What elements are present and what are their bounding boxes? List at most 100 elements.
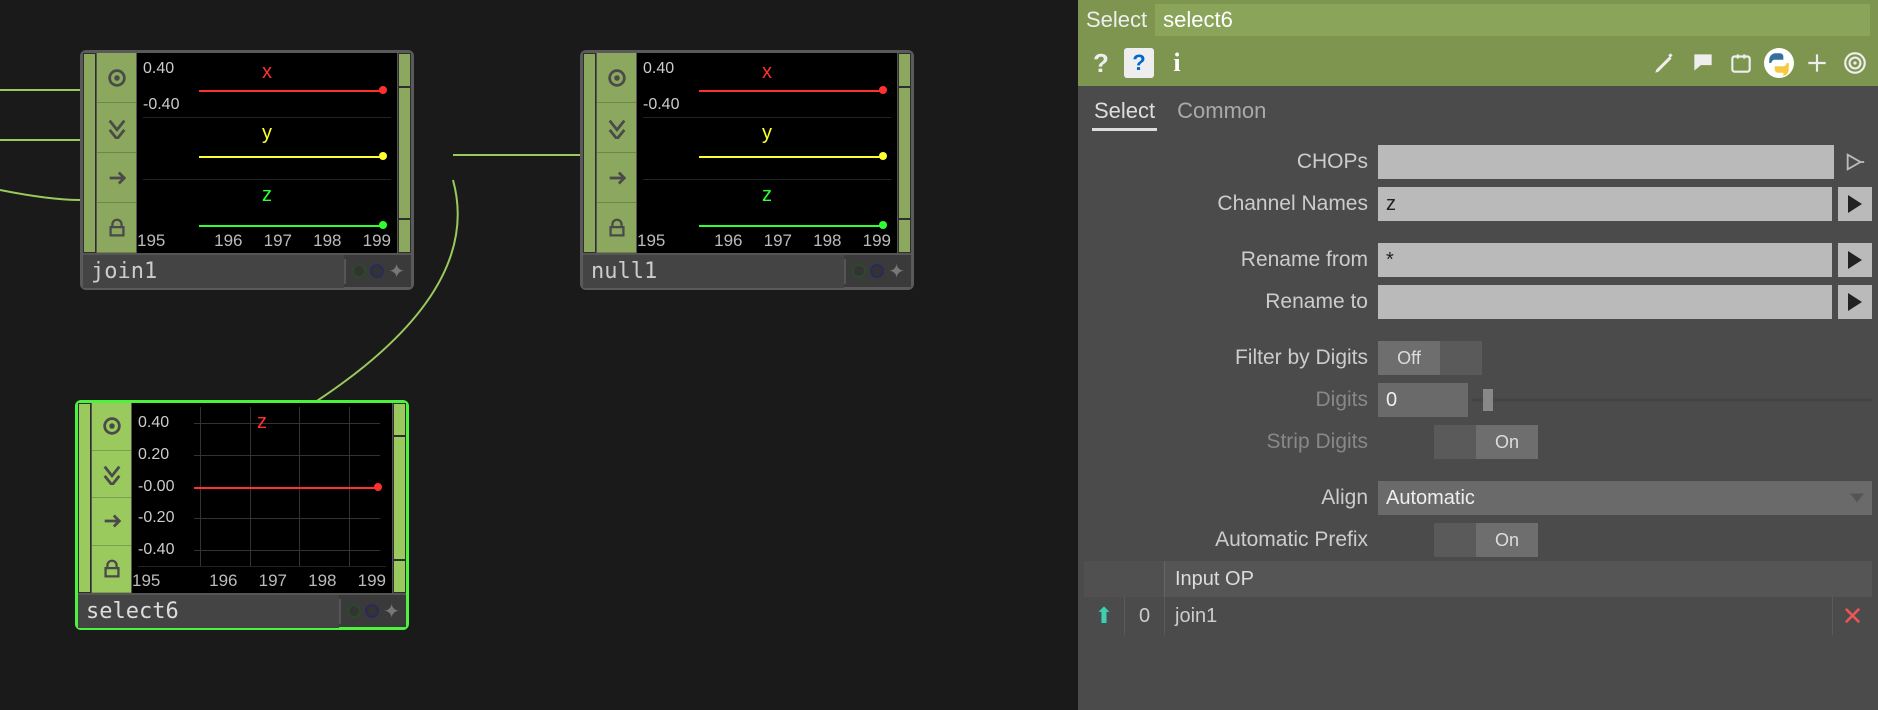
node-name-field[interactable]: join1 (83, 255, 344, 288)
export-flag-icon[interactable] (870, 264, 884, 278)
display-icon[interactable] (92, 498, 131, 546)
node-join1[interactable]: 0.40 -0.40 x y z 195 (80, 50, 414, 290)
node-null1[interactable]: 0.40 -0.40 x y z 195 (580, 50, 914, 290)
clone-icon[interactable]: ✦ (383, 599, 400, 624)
param-toolbar: ? ? i (1078, 40, 1878, 86)
clone-icon[interactable]: ✦ (388, 259, 405, 284)
align-select[interactable]: Automatic (1378, 481, 1872, 515)
reorder-up-icon[interactable]: ⬆ (1084, 597, 1124, 635)
auto-prefix-toggle[interactable]: On (1378, 523, 1538, 557)
cook-flag-icon[interactable] (352, 264, 366, 278)
tab-select[interactable]: Select (1092, 94, 1157, 131)
input-op-name-input[interactable]: join1 (1164, 597, 1832, 635)
viewer-active-icon[interactable] (92, 403, 131, 451)
operator-type-label: Select (1086, 7, 1147, 33)
channel-z-label: z (262, 184, 272, 207)
rename-to-input[interactable] (1378, 285, 1832, 319)
x-axis-ticks: 195 196 197 198 199 (137, 231, 397, 251)
rename-from-label: Rename from (1084, 248, 1374, 272)
channel-z-label: z (257, 411, 267, 434)
customize-icon[interactable] (1726, 48, 1756, 78)
display-icon[interactable] (597, 153, 636, 203)
channel-x-label: x (762, 61, 772, 84)
output-connector[interactable] (394, 561, 405, 592)
help-icon[interactable]: ? (1086, 48, 1116, 78)
strip-digits-label: Strip Digits (1084, 430, 1374, 454)
filter-digits-label: Filter by Digits (1084, 346, 1374, 370)
digits-label: Digits (1084, 388, 1374, 412)
channel-y-label: y (262, 122, 272, 145)
python-icon[interactable] (1764, 48, 1794, 78)
input-op-header: Input OP (1084, 561, 1872, 597)
cook-flag-icon[interactable] (852, 264, 866, 278)
tab-common[interactable]: Common (1175, 94, 1268, 131)
auto-prefix-label: Automatic Prefix (1084, 528, 1374, 552)
digits-input[interactable]: 0 (1378, 383, 1468, 417)
param-tabs: Select Common (1078, 86, 1878, 131)
channel-names-label: Channel Names (1084, 192, 1374, 216)
channel-names-menu-icon[interactable] (1838, 187, 1872, 221)
node-name-field[interactable]: null1 (583, 255, 844, 288)
param-header: Select (1078, 0, 1878, 40)
node-flags (597, 53, 637, 253)
output-connector[interactable] (899, 88, 910, 217)
rename-to-menu-icon[interactable] (1838, 285, 1872, 319)
channel-z-label: z (762, 184, 772, 207)
bypass-icon[interactable] (97, 103, 136, 153)
strip-digits-toggle[interactable]: On (1378, 425, 1538, 459)
chop-viewer[interactable]: 0.40 -0.40 x y z 195 (637, 53, 897, 253)
output-connector[interactable] (899, 54, 910, 86)
bypass-icon[interactable] (597, 103, 636, 153)
viewer-active-icon[interactable] (97, 53, 136, 103)
info-icon[interactable]: i (1162, 48, 1192, 78)
output-connector[interactable] (399, 54, 410, 86)
export-flag-icon[interactable] (370, 264, 384, 278)
export-flag-icon[interactable] (365, 604, 379, 618)
chops-picker-icon[interactable] (1838, 145, 1872, 179)
rename-from-menu-icon[interactable] (1838, 243, 1872, 277)
filter-digits-toggle[interactable]: Off (1378, 341, 1482, 375)
node-flags (97, 53, 137, 253)
output-connector[interactable] (399, 220, 410, 252)
chop-viewer[interactable]: 0.40 -0.40 x y z 195 (137, 53, 397, 253)
clone-icon[interactable]: ✦ (888, 259, 905, 284)
output-connector[interactable] (394, 404, 405, 435)
output-connector[interactable] (399, 88, 410, 217)
channel-names-input[interactable]: z (1378, 187, 1832, 221)
channel-x-label: x (262, 61, 272, 84)
viewer-active-icon[interactable] (597, 53, 636, 103)
edit-icon[interactable] (1650, 48, 1680, 78)
x-axis-ticks: 195 196 197 198 199 (132, 571, 392, 591)
network-editor[interactable]: 0.40 -0.40 x y z 195 (0, 0, 1078, 710)
bypass-icon[interactable] (92, 451, 131, 499)
input-op-index: 0 (1124, 597, 1164, 635)
chop-viewer[interactable]: 0.40 0.20 -0.00 -0.20 -0.40 z (132, 403, 392, 593)
input-connector[interactable] (84, 54, 95, 252)
lock-icon[interactable] (92, 546, 131, 594)
node-select6[interactable]: 0.40 0.20 -0.00 -0.20 -0.40 z (75, 400, 409, 630)
output-connector[interactable] (394, 437, 405, 560)
operator-name-input[interactable] (1155, 4, 1870, 36)
lock-icon[interactable] (97, 203, 136, 253)
lock-icon[interactable] (597, 203, 636, 253)
chops-label: CHOPs (1084, 150, 1374, 174)
output-connector[interactable] (899, 220, 910, 252)
remove-input-icon[interactable]: ✕ (1832, 597, 1872, 635)
align-label: Align (1084, 486, 1374, 510)
display-icon[interactable] (97, 153, 136, 203)
input-connector[interactable] (79, 404, 90, 592)
rename-from-input[interactable]: * (1378, 243, 1832, 277)
input-op-row: ⬆ 0 join1 ✕ (1084, 597, 1872, 635)
node-name-field[interactable]: select6 (78, 595, 339, 628)
chops-input[interactable] (1378, 145, 1834, 179)
comment-icon[interactable] (1688, 48, 1718, 78)
cook-flag-icon[interactable] (347, 604, 361, 618)
parameter-pane: Select ? ? i Select Common CHOPs Channel… (1078, 0, 1878, 710)
wiki-help-icon[interactable]: ? (1124, 48, 1154, 78)
node-flags (92, 403, 132, 593)
add-icon[interactable] (1802, 48, 1832, 78)
input-connector[interactable] (584, 54, 595, 252)
target-icon[interactable] (1840, 48, 1870, 78)
channel-y-label: y (762, 122, 772, 145)
digits-slider[interactable] (1472, 383, 1872, 417)
